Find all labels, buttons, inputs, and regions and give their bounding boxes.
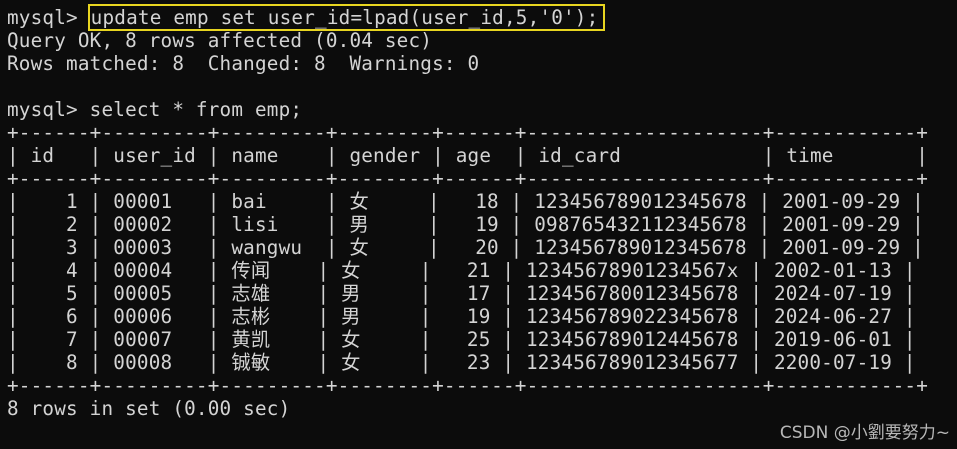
update-command-line: mysql> update emp set user_id=lpad(user_…: [7, 4, 957, 31]
query-ok-line: Query OK, 8 rows affected (0.04 sec): [7, 29, 433, 52]
table-row: | 7 | 00007 | 黄凯 | 女 | 25 | 123456789012…: [7, 328, 916, 351]
prompt: mysql>: [7, 6, 90, 29]
rows-matched-line: Rows matched: 8 Changed: 8 Warnings: 0: [7, 52, 480, 75]
csdn-watermark: CSDN @小劉要努力~: [779, 423, 950, 443]
select-command-line: mysql> select * from emp;: [7, 98, 303, 121]
table-row: | 5 | 00005 | 志雄 | 男 | 17 | 123456780012…: [7, 282, 916, 305]
table-row: | 6 | 00006 | 志彬 | 男 | 19 | 123456789022…: [7, 305, 916, 328]
table-row: | 2 | 00002 | lisi | 男 | 19 | 0987654321…: [7, 213, 924, 236]
table-row: | 8 | 00008 | 铖敏 | 女 | 23 | 123456789012…: [7, 351, 916, 374]
table-row: | 1 | 00001 | bai | 女 | 18 | 12345678901…: [7, 190, 924, 213]
table-separator-bottom: +------+---------+---------+--------+---…: [7, 374, 929, 397]
table-row: | 3 | 00003 | wangwu | 女 | 20 | 12345678…: [7, 236, 924, 259]
table-row: | 4 | 00004 | 传闻 | 女 | 21 | 123456789012…: [7, 259, 916, 282]
highlighted-update-command: update emp set user_id=lpad(user_id,5,'0…: [87, 4, 606, 31]
table-separator-top: +------+---------+---------+--------+---…: [7, 121, 929, 144]
table-header-row: | id | user_id | name | gender | age | i…: [7, 144, 929, 167]
terminal-window: mysql> update emp set user_id=lpad(user_…: [7, 4, 957, 449]
table-separator-mid: +------+---------+---------+--------+---…: [7, 167, 929, 190]
result-footer-line: 8 rows in set (0.00 sec): [7, 397, 291, 420]
